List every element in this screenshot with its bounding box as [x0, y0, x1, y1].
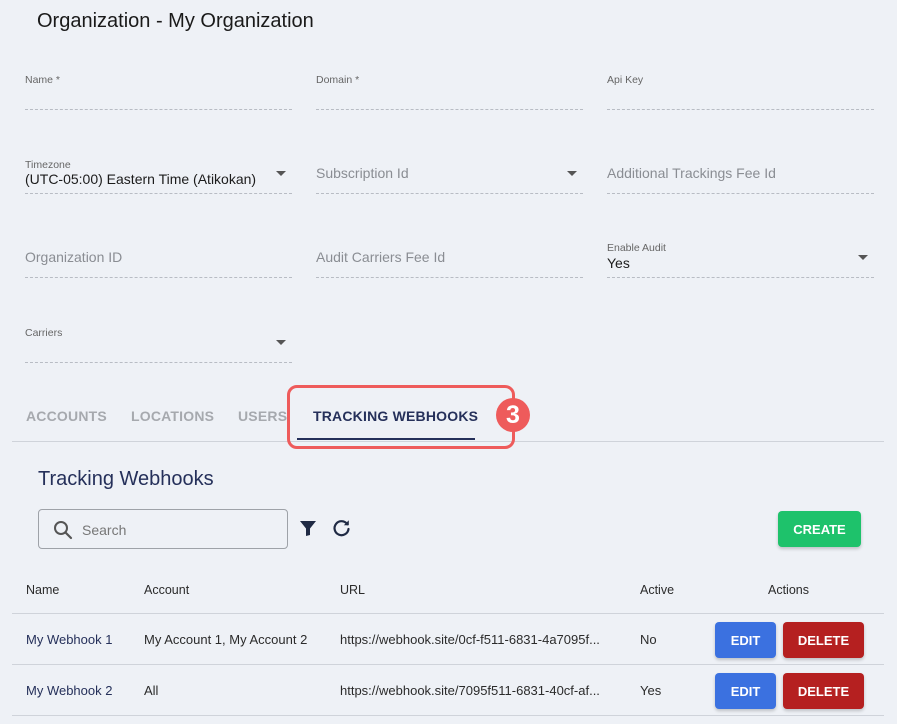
- subscription-id-placeholder: Subscription Id: [316, 165, 409, 181]
- delete-button[interactable]: DELETE: [783, 673, 864, 709]
- additional-trackings-fee-id-placeholder: Additional Trackings Fee Id: [607, 165, 776, 181]
- webhooks-table: Name Account URL Active Actions My Webho…: [12, 569, 884, 716]
- tab-locations[interactable]: LOCATIONS: [131, 408, 214, 424]
- api-key-field[interactable]: Api Key: [607, 69, 874, 110]
- chevron-down-icon[interactable]: [858, 255, 868, 260]
- edit-button[interactable]: EDIT: [715, 622, 776, 658]
- create-button[interactable]: CREATE: [778, 511, 861, 547]
- timezone-select[interactable]: Timezone (UTC-05:00) Eastern Time (Atiko…: [25, 153, 292, 194]
- annotation-highlight: [287, 385, 515, 449]
- timezone-value: (UTC-05:00) Eastern Time (Atikokan): [25, 171, 257, 187]
- organization-id-field[interactable]: Organization ID: [25, 237, 292, 278]
- webhook-url: https://webhook.site/0cf-f511-6831-4a709…: [340, 632, 600, 647]
- search-icon: [54, 521, 73, 540]
- subscription-id-select[interactable]: Subscription Id: [316, 153, 583, 194]
- domain-label: Domain *: [316, 74, 360, 86]
- section-title: Tracking Webhooks: [38, 468, 214, 490]
- audit-carriers-fee-id-field[interactable]: Audit Carriers Fee Id: [316, 237, 583, 278]
- webhook-name: My Webhook 2: [26, 683, 113, 698]
- search-input[interactable]: [80, 519, 279, 541]
- page-title: Organization - My Organization: [37, 10, 314, 32]
- organization-id-placeholder: Organization ID: [25, 249, 123, 265]
- additional-trackings-fee-id-field[interactable]: Additional Trackings Fee Id: [607, 153, 874, 194]
- tab-accounts[interactable]: ACCOUNTS: [26, 408, 107, 424]
- enable-audit-value: Yes: [607, 255, 630, 271]
- timezone-label: Timezone: [25, 159, 71, 171]
- table-row[interactable]: My Webhook 1 My Account 1, My Account 2 …: [12, 614, 884, 665]
- webhook-account: My Account 1, My Account 2: [144, 632, 308, 647]
- name-label: Name *: [25, 74, 61, 86]
- table-header: Name Account URL Active Actions: [12, 569, 884, 614]
- column-header-account[interactable]: Account: [144, 583, 189, 597]
- search-field[interactable]: [38, 509, 288, 549]
- edit-button[interactable]: EDIT: [715, 673, 776, 709]
- filter-icon[interactable]: [299, 519, 317, 537]
- webhook-account: All: [144, 683, 159, 698]
- delete-button[interactable]: DELETE: [783, 622, 864, 658]
- tab-users[interactable]: USERS: [238, 408, 287, 424]
- step-badge: 3: [496, 398, 530, 432]
- webhook-active: No: [640, 632, 657, 647]
- refresh-icon[interactable]: [332, 518, 352, 538]
- chevron-down-icon[interactable]: [276, 340, 286, 345]
- column-header-actions: Actions: [768, 583, 809, 597]
- carriers-select[interactable]: Carriers: [25, 322, 292, 363]
- domain-field[interactable]: Domain *: [316, 69, 583, 110]
- webhook-url: https://webhook.site/7095f511-6831-40cf-…: [340, 683, 600, 698]
- table-row[interactable]: My Webhook 2 All https://webhook.site/70…: [12, 665, 884, 716]
- column-header-name[interactable]: Name: [26, 583, 59, 597]
- webhook-name: My Webhook 1: [26, 632, 113, 647]
- carriers-label: Carriers: [25, 327, 63, 339]
- enable-audit-select[interactable]: Enable Audit Yes: [607, 237, 874, 278]
- chevron-down-icon[interactable]: [276, 171, 286, 176]
- webhook-active: Yes: [640, 683, 662, 698]
- chevron-down-icon[interactable]: [567, 171, 577, 176]
- enable-audit-label: Enable Audit: [607, 242, 666, 254]
- api-key-label: Api Key: [607, 74, 644, 86]
- column-header-active[interactable]: Active: [640, 583, 674, 597]
- name-field[interactable]: Name *: [25, 69, 292, 110]
- audit-carriers-fee-id-placeholder: Audit Carriers Fee Id: [316, 249, 446, 265]
- column-header-url[interactable]: URL: [340, 583, 365, 597]
